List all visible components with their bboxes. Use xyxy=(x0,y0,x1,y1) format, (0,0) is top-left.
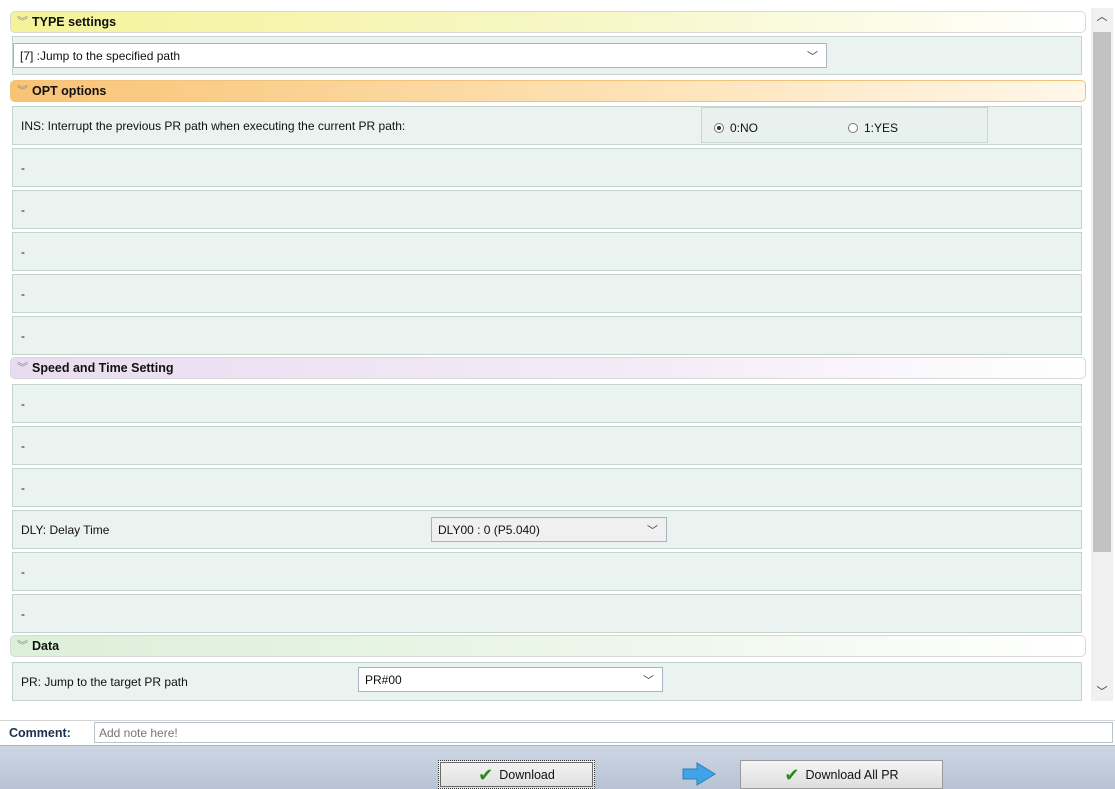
empty-row-label: - xyxy=(21,480,25,495)
speed-empty-row: - xyxy=(12,384,1082,423)
dly-label: DLY: Delay Time xyxy=(21,522,110,537)
vertical-scrollbar[interactable]: ︿ ﹀ xyxy=(1091,8,1113,701)
radio-no-label: 0:NO xyxy=(730,121,759,135)
section-title: Data xyxy=(32,639,60,653)
section-header-type-settings[interactable]: ︾ TYPE settings xyxy=(10,11,1086,33)
section-title: TYPE settings xyxy=(32,15,117,29)
empty-row-label: - xyxy=(21,286,25,301)
comment-input[interactable] xyxy=(94,722,1113,743)
check-icon: ✔ xyxy=(784,764,800,785)
scroll-thumb[interactable] xyxy=(1093,32,1111,552)
pr-label: PR: Jump to the target PR path xyxy=(21,674,188,689)
comment-bar: Comment: xyxy=(0,720,1115,744)
opt-empty-row: - xyxy=(12,316,1082,355)
right-arrow-icon xyxy=(682,762,716,786)
empty-row-label: - xyxy=(21,328,25,343)
chevron-down-icon[interactable]: ﹀ xyxy=(647,522,658,538)
type-row: [7] :Jump to the specified path ﹀ xyxy=(12,36,1082,75)
ins-radio-group: 0:NO 1:YES xyxy=(701,107,988,143)
download-button[interactable]: ✔ Download xyxy=(438,760,595,789)
opt-empty-row: - xyxy=(12,190,1082,229)
ins-label: INS: Interrupt the previous PR path when… xyxy=(21,118,406,133)
scroll-up-icon[interactable]: ︿ xyxy=(1091,8,1113,26)
type-select-value: [7] :Jump to the specified path xyxy=(20,48,181,63)
radio-unselected-icon xyxy=(848,123,858,133)
download-all-label: Download All PR xyxy=(805,767,899,782)
dly-row: DLY: Delay Time DLY00 : 0 (P5.040) ﹀ xyxy=(12,510,1082,549)
scroll-down-icon[interactable]: ﹀ xyxy=(1091,683,1113,701)
opt-empty-row: - xyxy=(12,274,1082,313)
check-icon: ✔ xyxy=(478,764,494,785)
empty-row-label: - xyxy=(21,160,25,175)
radio-no[interactable]: 0:NO xyxy=(714,121,758,135)
section-header-data[interactable]: ︾ Data xyxy=(10,635,1086,657)
empty-row-label: - xyxy=(21,606,25,621)
chevron-down-icon[interactable]: ﹀ xyxy=(807,48,818,64)
type-select[interactable]: [7] :Jump to the specified path ﹀ xyxy=(13,43,827,68)
section-header-opt-options[interactable]: ︾ OPT options xyxy=(10,80,1086,102)
pr-select[interactable]: PR#00 ﹀ xyxy=(358,667,663,692)
pr-row: PR: Jump to the target PR path PR#00 ﹀ xyxy=(12,662,1082,701)
section-title: OPT options xyxy=(32,84,107,98)
dly-select-value: DLY00 : 0 (P5.040) xyxy=(438,522,540,537)
section-header-speed-time[interactable]: ︾ Speed and Time Setting xyxy=(10,357,1086,379)
double-chevron-down-icon: ︾ xyxy=(17,85,28,97)
radio-selected-icon xyxy=(714,123,724,133)
opt-empty-row: - xyxy=(12,148,1082,187)
section-title: Speed and Time Setting xyxy=(32,361,174,375)
radio-yes-label: 1:YES xyxy=(864,121,899,135)
chevron-down-icon[interactable]: ﹀ xyxy=(643,672,654,688)
bottom-toolbar: ✔ Download ✔ Download All PR xyxy=(0,745,1115,789)
dly-select[interactable]: DLY00 : 0 (P5.040) ﹀ xyxy=(431,517,667,542)
radio-yes[interactable]: 1:YES xyxy=(848,121,898,135)
download-all-pr-button[interactable]: ✔ Download All PR xyxy=(740,760,943,789)
empty-row-label: - xyxy=(21,202,25,217)
double-chevron-down-icon: ︾ xyxy=(17,16,28,28)
empty-row-label: - xyxy=(21,438,25,453)
empty-row-label: - xyxy=(21,396,25,411)
opt-empty-row: - xyxy=(12,232,1082,271)
speed-empty-row: - xyxy=(12,468,1082,507)
speed-empty-row: - xyxy=(12,552,1082,591)
double-chevron-down-icon: ︾ xyxy=(17,362,28,374)
empty-row-label: - xyxy=(21,244,25,259)
comment-label: Comment: xyxy=(9,726,71,740)
pr-settings-panel: ︾ TYPE settings [7] :Jump to the specifi… xyxy=(0,0,1115,712)
speed-empty-row: - xyxy=(12,594,1082,633)
speed-empty-row: - xyxy=(12,426,1082,465)
ins-row: INS: Interrupt the previous PR path when… xyxy=(12,106,1082,145)
double-chevron-down-icon: ︾ xyxy=(17,640,28,652)
pr-select-value: PR#00 xyxy=(365,672,402,687)
empty-row-label: - xyxy=(21,564,25,579)
download-label: Download xyxy=(499,767,555,782)
